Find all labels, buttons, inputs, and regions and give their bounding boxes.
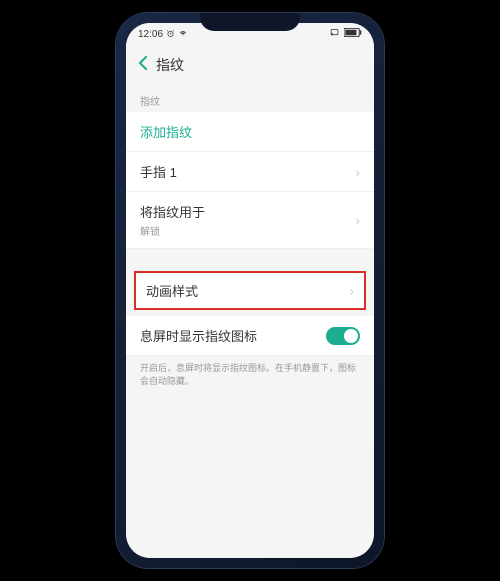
add-fingerprint-item[interactable]: 添加指纹 xyxy=(126,112,374,152)
wifi-icon xyxy=(178,28,188,40)
animation-style-item[interactable]: 动画样式 › xyxy=(136,273,364,308)
use-for-sub: 解锁 xyxy=(140,223,205,238)
divider-gap xyxy=(126,249,374,259)
status-left: 12:06 xyxy=(138,28,188,40)
animation-style-label: 动画样式 xyxy=(146,281,198,300)
finger-1-label: 手指 1 xyxy=(140,162,177,181)
header-bar: 指纹 xyxy=(126,45,374,85)
cast-icon xyxy=(329,28,340,40)
chevron-right-icon: › xyxy=(355,164,360,180)
phone-notch xyxy=(200,13,300,31)
battery-icon xyxy=(344,28,362,40)
use-for-label: 将指纹用于 xyxy=(140,202,205,221)
chevron-right-icon: › xyxy=(349,283,354,299)
page-title: 指纹 xyxy=(156,55,184,75)
alarm-icon xyxy=(166,29,175,40)
finger-1-item[interactable]: 手指 1 › xyxy=(126,152,374,192)
screen: 12:06 指纹 指纹 xyxy=(126,23,374,558)
status-time: 12:06 xyxy=(138,29,163,40)
aod-help-text: 开启后，息屏时将显示指纹图标。在手机静置下，图标会自动隐藏。 xyxy=(126,356,374,393)
phone-frame: 12:06 指纹 指纹 xyxy=(116,13,384,568)
aod-fingerprint-item: 息屏时显示指纹图标 xyxy=(126,316,374,356)
chevron-right-icon: › xyxy=(355,212,360,228)
status-right xyxy=(329,28,362,40)
add-fingerprint-label: 添加指纹 xyxy=(140,122,192,141)
section-label: 指纹 xyxy=(126,85,374,112)
back-button[interactable] xyxy=(138,55,148,76)
use-fingerprint-for-item[interactable]: 将指纹用于 解锁 › xyxy=(126,192,374,249)
aod-label: 息屏时显示指纹图标 xyxy=(140,326,257,345)
aod-toggle[interactable] xyxy=(326,327,360,345)
highlight-box: 动画样式 › xyxy=(134,271,366,310)
use-for-left: 将指纹用于 解锁 xyxy=(140,202,205,238)
